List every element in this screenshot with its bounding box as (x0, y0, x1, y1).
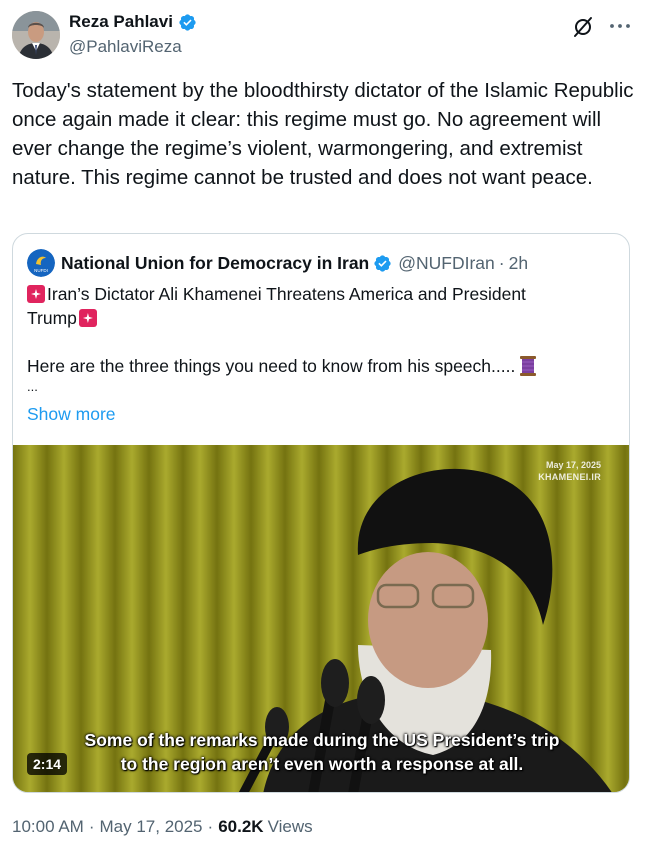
subtitle-line-1: Some of the remarks made during the US P… (84, 730, 560, 750)
quoted-author-handle[interactable]: @NUFDIran (398, 253, 495, 274)
views-count[interactable]: 60.2K (218, 817, 263, 837)
video-subtitle: Some of the remarks made during the US P… (13, 728, 629, 776)
more-icon[interactable] (607, 13, 633, 39)
video-player[interactable]: May 17, 2025 KHAMENEI.IR Some of the rem… (13, 445, 629, 792)
quoted-text-line3: Here are the three things you need to kn… (27, 356, 516, 376)
subtitle-line-2: to the region aren’t even worth a respon… (120, 754, 524, 774)
grok-icon[interactable] (572, 16, 594, 38)
tweet-date[interactable]: May 17, 2025 (100, 817, 203, 837)
quoted-text-line-2: Trump (27, 306, 99, 330)
author-display-name[interactable]: Reza Pahlavi (69, 12, 197, 32)
quoted-text-line-3: Here are the three things you need to kn… (27, 354, 537, 378)
siren-emoji-icon (78, 309, 97, 327)
quoted-text-line2: Trump (27, 308, 77, 328)
quoted-text-ellipsis: ... (27, 379, 38, 394)
quoted-text-line1: Iran’s Dictator Ali Khamenei Threatens A… (47, 284, 526, 304)
quoted-verified-badge-icon (373, 254, 392, 273)
quoted-text-line-1: Iran’s Dictator Ali Khamenei Threatens A… (27, 282, 526, 306)
tweet-meta: 10:00 AM · May 17, 2025 · 60.2K Views (12, 817, 313, 837)
watermark-date: May 17, 2025 (545, 460, 601, 470)
verified-badge-icon (178, 13, 197, 32)
siren-emoji-icon (27, 285, 45, 303)
watermark-logo: KHAMENEI.IR (538, 472, 601, 482)
author-avatar[interactable] (12, 11, 60, 59)
quoted-tweet-time[interactable]: 2h (509, 253, 528, 274)
show-more-link[interactable]: Show more (27, 404, 116, 425)
views-label[interactable]: Views (268, 817, 313, 837)
quoted-tweet-card[interactable]: NUFDI National Union for Democracy in Ir… (12, 233, 630, 793)
tweet-time[interactable]: 10:00 AM (12, 817, 84, 837)
quoted-author-name[interactable]: National Union for Democracy in Iran (61, 253, 369, 274)
video-watermark: May 17, 2025 KHAMENEI.IR (538, 459, 601, 483)
meta-separator: · (207, 817, 214, 836)
meta-separator: · (88, 817, 95, 836)
author-name-text[interactable]: Reza Pahlavi (69, 12, 173, 32)
quoted-author-avatar[interactable]: NUFDI (27, 249, 55, 277)
svg-text:NUFDI: NUFDI (34, 268, 48, 273)
tweet-text: Today's statement by the bloodthirsty di… (12, 79, 634, 189)
video-duration-badge: 2:14 (27, 753, 68, 775)
author-handle[interactable]: @PahlaviReza (69, 37, 182, 57)
thread-spool-emoji-icon (519, 356, 537, 376)
quoted-tweet-header: NUFDI National Union for Democracy in Ir… (27, 249, 528, 277)
separator-dot: · (498, 252, 505, 273)
